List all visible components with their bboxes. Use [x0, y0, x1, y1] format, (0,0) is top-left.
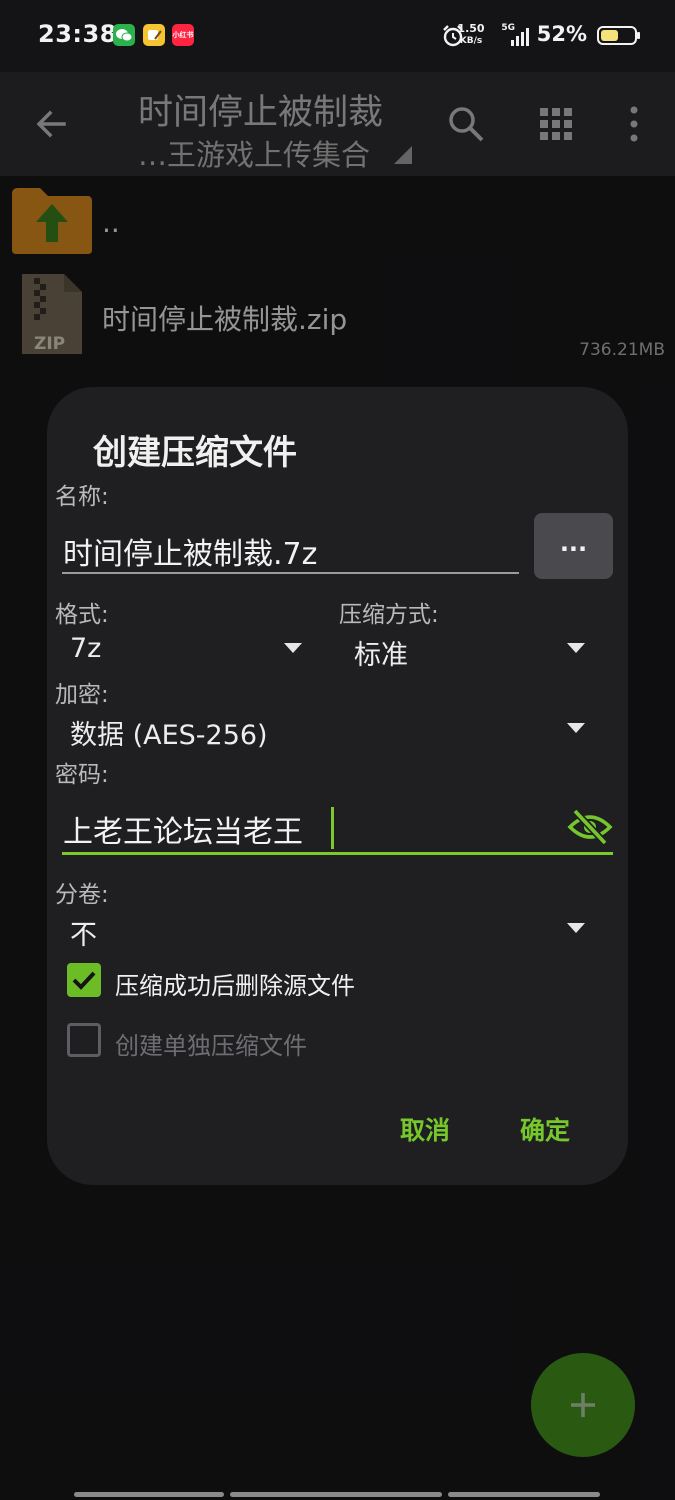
- wechat-icon: [113, 24, 135, 46]
- password-input[interactable]: 上老王论坛当老王: [63, 807, 303, 851]
- battery-percent: 52%: [536, 22, 587, 46]
- network-speed-unit: KB/s: [459, 36, 483, 46]
- plus-icon: [571, 1393, 595, 1417]
- network-speed-value: 1.50: [457, 22, 485, 35]
- app-bar: 时间停止被制裁 …王游戏上传集合: [0, 72, 675, 176]
- browse-button[interactable]: ...: [534, 513, 613, 579]
- network-speed: 1.50 KB/s: [454, 23, 488, 47]
- check-icon: [72, 971, 96, 990]
- status-bar: 23:38 小红书 1.50 KB/s 5G 52%: [0, 0, 675, 72]
- gesture-nav-bar[interactable]: [74, 1492, 600, 1498]
- split-dropdown-icon[interactable]: [567, 923, 585, 933]
- delete-source-checkbox[interactable]: [67, 963, 101, 997]
- search-icon[interactable]: [442, 100, 490, 148]
- status-time: 23:38: [38, 20, 117, 48]
- archive-name-input[interactable]: 时间停止被制裁.7z: [63, 529, 317, 573]
- compression-select[interactable]: 标准: [354, 633, 408, 672]
- visibility-off-icon[interactable]: [567, 807, 613, 847]
- split-select[interactable]: 不: [70, 913, 97, 952]
- signal-icon: [511, 26, 533, 46]
- format-label: 格式:: [55, 602, 109, 628]
- encryption-label: 加密:: [55, 682, 109, 708]
- password-label: 密码:: [55, 762, 109, 788]
- separate-archive-label[interactable]: 创建单独压缩文件: [115, 1026, 307, 1061]
- create-archive-dialog: 创建压缩文件 名称: 时间停止被制裁.7z ... 格式: 7z 压缩方式: 标…: [47, 387, 628, 1185]
- cancel-button[interactable]: 取消: [400, 1111, 450, 1147]
- page-subtitle[interactable]: …王游戏上传集合: [138, 132, 370, 174]
- format-dropdown-icon[interactable]: [284, 643, 302, 653]
- xiaohongshu-icon: 小红书: [172, 24, 194, 46]
- name-label: 名称:: [55, 484, 109, 510]
- archive-name-underline: [62, 572, 519, 574]
- separate-archive-checkbox[interactable]: [67, 1023, 101, 1057]
- page-title: 时间停止被制裁: [138, 93, 384, 133]
- back-arrow-icon[interactable]: [30, 102, 74, 146]
- more-vert-icon[interactable]: [610, 100, 658, 148]
- dialog-title: 创建压缩文件: [93, 433, 297, 473]
- grid-view-icon[interactable]: [532, 100, 580, 148]
- delete-source-label[interactable]: 压缩成功后删除源文件: [115, 966, 355, 1001]
- text-caret: [331, 807, 334, 849]
- compression-dropdown-icon[interactable]: [567, 643, 585, 653]
- encryption-select[interactable]: 数据 (AES-256): [70, 713, 268, 752]
- compression-label: 压缩方式:: [339, 602, 439, 628]
- split-label: 分卷:: [55, 882, 109, 908]
- notes-app-icon: [143, 24, 165, 46]
- ok-button[interactable]: 确定: [520, 1111, 570, 1147]
- encryption-dropdown-icon[interactable]: [567, 723, 585, 733]
- add-fab-button[interactable]: [531, 1353, 635, 1457]
- battery-icon: [597, 26, 640, 45]
- password-focus-underline: [62, 852, 613, 855]
- format-select[interactable]: 7z: [70, 633, 101, 664]
- path-dropdown-icon[interactable]: [394, 146, 412, 164]
